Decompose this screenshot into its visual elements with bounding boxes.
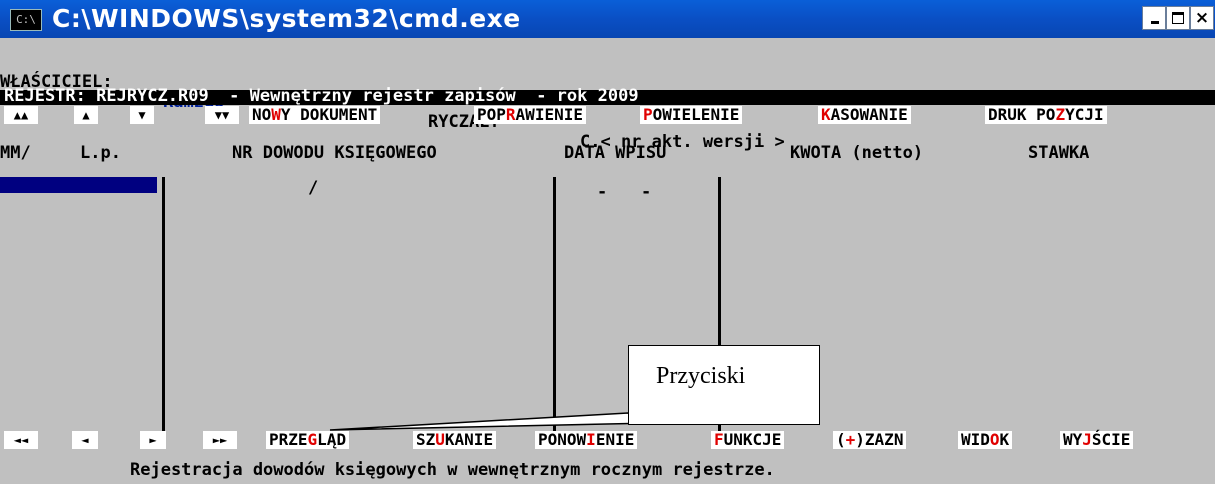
callout-pointer: [329, 412, 656, 431]
callout-label: Przyciski: [656, 363, 746, 389]
